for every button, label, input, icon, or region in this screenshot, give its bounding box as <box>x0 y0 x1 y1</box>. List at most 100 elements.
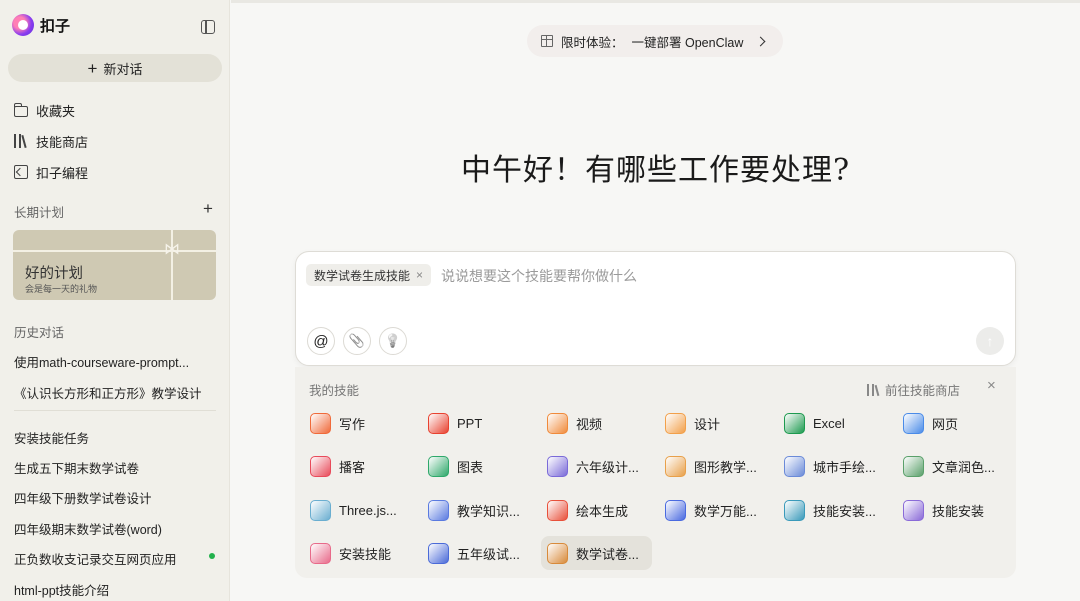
go-to-skill-store-link[interactable]: 前往技能商店 <box>867 380 960 399</box>
skill-icon <box>428 542 449 564</box>
skill-item[interactable]: 绘本生成 <box>541 493 652 527</box>
ribbon-decoration <box>13 250 216 252</box>
skill-icon <box>784 412 805 434</box>
skill-label: 安装技能 <box>339 546 392 562</box>
skill-item[interactable]: 六年级计... <box>541 449 652 483</box>
greeting-heading: 中午好！有哪些工作要处理? <box>460 153 851 188</box>
skill-item[interactable]: 城市手绘... <box>778 449 889 483</box>
skill-item[interactable]: 教学知识... <box>422 493 533 527</box>
history-item[interactable]: html-ppt技能介绍 <box>14 580 219 599</box>
new-chat-button[interactable]: + 新对话 <box>8 54 222 82</box>
skill-icon <box>428 455 449 477</box>
skill-label: 数学试卷... <box>576 546 639 562</box>
skill-icon <box>903 455 924 477</box>
history-item[interactable]: 安装技能任务 <box>14 428 219 447</box>
banner-prefix: 限时体验： <box>561 35 624 50</box>
skill-item[interactable]: PPT <box>422 406 533 440</box>
skill-icon <box>428 499 449 521</box>
sidebar-item-coding[interactable]: 扣子编程 <box>14 162 88 182</box>
skill-item[interactable]: 数学试卷... <box>541 536 652 570</box>
lightbulb-icon: 💡 <box>384 333 402 348</box>
history-item[interactable]: 正负数收支记录交互网页应用 <box>14 549 204 568</box>
brand-name: 扣子 <box>40 17 71 35</box>
skill-item[interactable]: 技能安装 <box>897 493 1008 527</box>
skill-item[interactable]: 视频 <box>541 406 652 440</box>
skill-item[interactable]: 数学万能... <box>659 493 770 527</box>
skill-label: 视频 <box>576 416 603 432</box>
books-icon <box>14 134 28 148</box>
sidebar-item-label: 收藏夹 <box>36 103 76 119</box>
mention-button[interactable]: @ <box>307 327 335 355</box>
skill-label: 图表 <box>457 459 484 475</box>
composer[interactable]: 数学试卷生成技能 × 说说想要这个技能要帮你做什么 @ 📎 💡 ↑ <box>295 251 1016 366</box>
history-item[interactable]: 四年级下册数学试卷设计 <box>14 488 219 507</box>
skill-item[interactable]: 五年级试... <box>422 536 533 570</box>
skill-item[interactable]: Three.js... <box>304 493 415 527</box>
plan-card-title: 好的计划 <box>25 266 83 282</box>
skill-icon <box>310 499 331 521</box>
sidebar-toggle-icon[interactable] <box>201 20 215 34</box>
skill-icon <box>310 542 331 564</box>
skill-item[interactable]: 安装技能 <box>304 536 415 570</box>
skill-label: 数学万能... <box>694 503 757 519</box>
skills-panel: 我的技能 前往技能商店 × 写作 PPT 视频 设计 Excel 网页 播客 图表 六年级计..… <box>295 367 1016 578</box>
history-item[interactable]: 使用math-courseware-prompt... <box>14 352 219 371</box>
skill-item[interactable]: 技能安装... <box>778 493 889 527</box>
sidebar: 扣子 + 新对话 收藏夹 技能商店 扣子编程 长期计划 + ⋈ 好的计划 会是每… <box>0 0 230 601</box>
plan-card[interactable]: ⋈ 好的计划 会是每一天的礼物 <box>13 230 216 300</box>
coze-logo-icon <box>12 14 34 36</box>
skill-item[interactable]: 网页 <box>897 406 1008 440</box>
close-icon[interactable]: × <box>416 268 423 282</box>
history-item[interactable]: 《认识长方形和正方形》教学设计 <box>14 383 219 402</box>
plus-icon: + <box>87 58 98 78</box>
divider <box>14 410 216 411</box>
banner-text: 一键部署 OpenClaw <box>631 35 744 50</box>
bow-icon: ⋈ <box>164 241 180 258</box>
skill-label: 技能安装... <box>813 503 876 519</box>
sidebar-item-favorites[interactable]: 收藏夹 <box>13 100 76 120</box>
promo-banner[interactable]: 限时体验： 一键部署 OpenClaw <box>527 25 783 57</box>
skill-label: 六年级计... <box>576 459 639 475</box>
skill-item[interactable]: 图形教学... <box>659 449 770 483</box>
attach-button[interactable]: 📎 <box>343 327 371 355</box>
skill-label: 图形教学... <box>694 459 757 475</box>
top-border <box>231 0 1080 3</box>
sidebar-item-skill-store[interactable]: 技能商店 <box>14 131 88 151</box>
add-plan-button[interactable]: + <box>203 200 213 217</box>
skill-item[interactable]: 图表 <box>422 449 533 483</box>
skill-label: 设计 <box>694 416 721 432</box>
history-item[interactable]: 四年级期末数学试卷(word) <box>14 519 219 538</box>
skill-icon <box>665 499 686 521</box>
brand[interactable]: 扣子 <box>12 14 70 36</box>
skill-icon <box>665 455 686 477</box>
new-chat-label: 新对话 <box>103 61 143 77</box>
long-term-plan-label: 长期计划 <box>14 206 65 220</box>
skill-icon <box>784 499 805 521</box>
skill-label: 教学知识... <box>457 503 520 519</box>
idea-button[interactable]: 💡 <box>379 327 407 355</box>
skill-item[interactable]: 设计 <box>659 406 770 440</box>
skill-label: 播客 <box>339 459 366 475</box>
skill-label: 网页 <box>932 416 959 432</box>
skill-item[interactable]: 文章润色... <box>897 449 1008 483</box>
skill-item[interactable]: 播客 <box>304 449 415 483</box>
skill-label: 五年级试... <box>457 546 520 562</box>
skill-icon <box>547 542 568 564</box>
paperclip-icon: 📎 <box>348 333 366 348</box>
skill-label: Excel <box>813 415 845 431</box>
prompt-input[interactable]: 说说想要这个技能要帮你做什么 <box>441 266 637 286</box>
skill-item[interactable]: 写作 <box>304 406 415 440</box>
skill-item[interactable]: Excel <box>778 406 889 440</box>
folder-icon <box>13 102 28 117</box>
close-icon[interactable]: × <box>987 377 996 394</box>
skill-label: PPT <box>457 415 483 431</box>
gift-icon <box>541 35 553 47</box>
skill-icon <box>547 412 568 434</box>
send-button[interactable]: ↑ <box>976 327 1004 355</box>
skill-icon <box>784 455 805 477</box>
skill-icon <box>428 412 449 434</box>
arrow-up-icon: ↑ <box>986 333 994 349</box>
store-link-label: 前往技能商店 <box>885 384 961 398</box>
selected-skill-chip[interactable]: 数学试卷生成技能 × <box>306 264 432 286</box>
history-item[interactable]: 生成五下期末数学试卷 <box>14 458 219 477</box>
